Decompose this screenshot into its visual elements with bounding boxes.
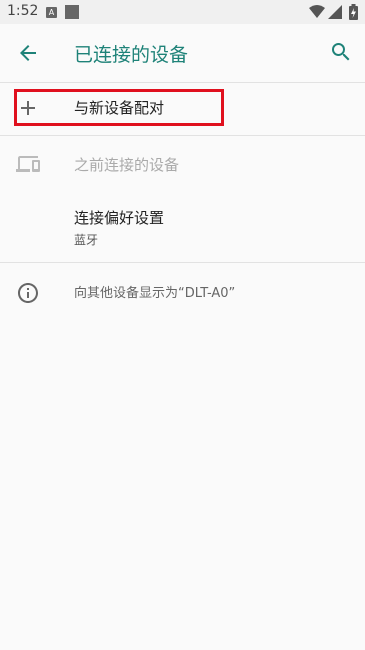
search-icon[interactable] xyxy=(329,40,353,64)
info-icon xyxy=(18,283,38,303)
previous-devices-item: 之前连接的设备 xyxy=(0,136,365,191)
status-bar: 1:52 A xyxy=(0,0,365,24)
device-visibility-label: 向其他设备显示为“DLT-A0” xyxy=(74,286,236,301)
battery-charging-icon xyxy=(349,4,358,20)
device-visibility-item: 向其他设备显示为“DLT-A0” xyxy=(0,263,365,321)
app-bar: 已连接的设备 xyxy=(0,24,365,83)
signal-icon xyxy=(328,5,342,19)
connection-preferences-subtitle: 蓝牙 xyxy=(74,233,99,247)
arrow-left-icon[interactable] xyxy=(16,41,40,65)
notification-a-icon: A xyxy=(46,7,57,18)
wifi-icon xyxy=(309,5,325,18)
pair-new-device-item[interactable]: 与新设备配对 xyxy=(0,82,365,134)
connection-preferences-item[interactable]: 连接偏好设置 蓝牙 xyxy=(0,192,365,260)
page-title: 已连接的设备 xyxy=(74,44,189,66)
connection-preferences-label: 连接偏好设置 xyxy=(74,209,165,227)
status-time: 1:52 xyxy=(7,3,39,19)
notification-square-icon xyxy=(65,5,79,19)
highlight-box xyxy=(14,89,224,126)
previous-devices-label: 之前连接的设备 xyxy=(74,156,180,174)
devices-icon xyxy=(16,156,40,172)
